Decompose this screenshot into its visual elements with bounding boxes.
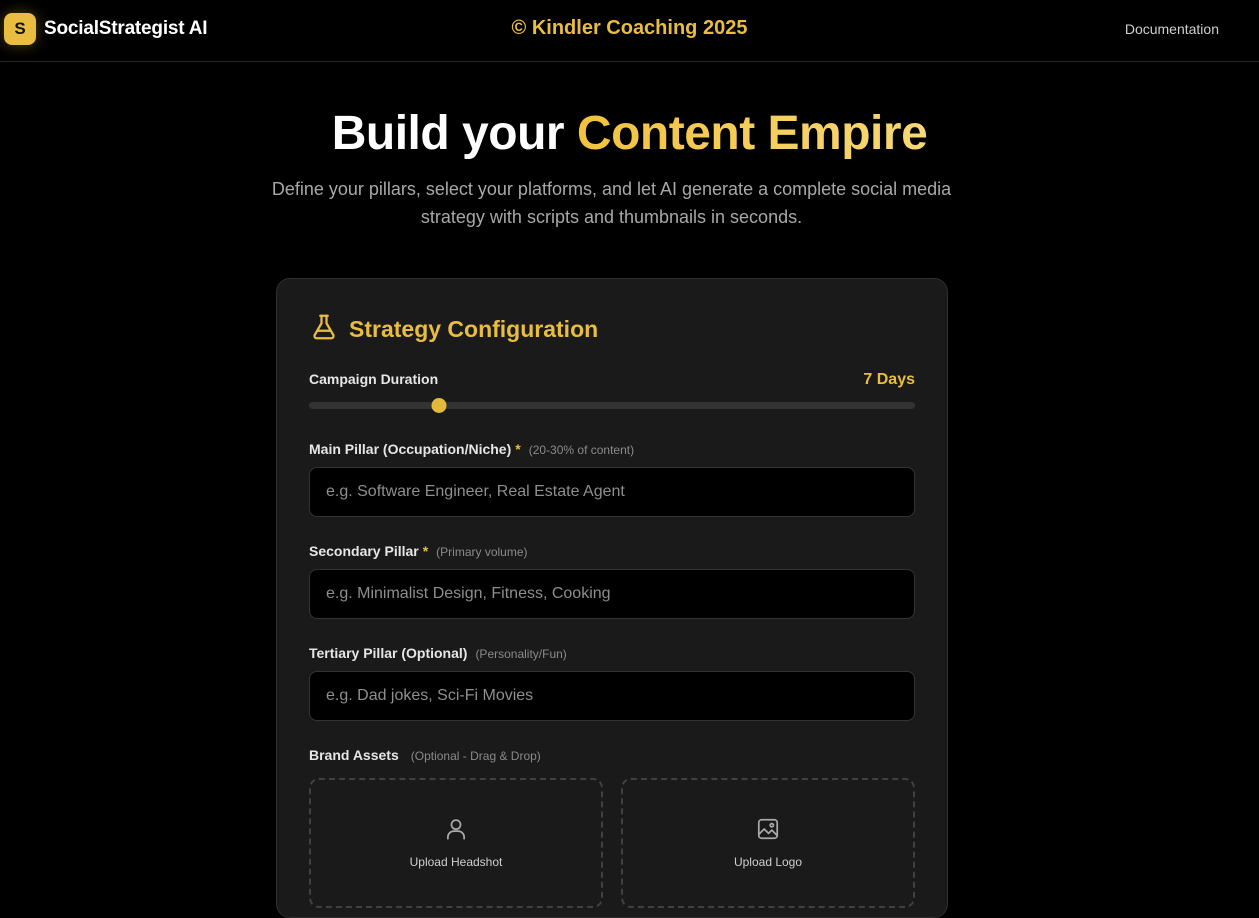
tertiary-pillar-input[interactable] [309,671,915,721]
card-title: Strategy Configuration [349,316,599,342]
required-mark: * [422,543,429,559]
brand-assets-hint: (Optional - Drag & Drop) [410,749,541,763]
main-pillar-input[interactable] [309,467,915,517]
documentation-link[interactable]: Documentation [1125,21,1219,37]
secondary-pillar-label-text: Secondary Pillar [309,543,419,559]
upload-logo-label: Upload Logo [733,855,803,869]
hero-title-plain: Build your [331,107,577,160]
secondary-pillar-hint: (Primary volume) [436,545,528,559]
flask-icon [309,312,339,347]
tertiary-pillar-label-text: Tertiary Pillar (Optional) [309,645,468,661]
main-pillar-label-text: Main Pillar (Occupation/Niche) [309,441,512,457]
main-pillar-label: Main Pillar (Occupation/Niche) * (20-30% o… [309,441,634,457]
hero-title-accent: Content Empire [576,107,928,160]
main-pillar-hint: (20-30% of content) [528,443,635,457]
slider-thumb[interactable] [431,398,447,413]
upload-headshot-label: Upload Headshot [409,855,503,869]
secondary-pillar-label: Secondary Pillar * (Primary volume) [309,543,528,559]
required-mark: * [515,441,521,457]
top-navbar: S SocialStrategist AI © Kindler Coaching… [0,0,1259,62]
duration-value: 7 Days [863,371,915,388]
tertiary-pillar-label: Tertiary Pillar (Optional) (Personality/F… [309,645,567,661]
image-icon [755,816,781,847]
duration-label: Campaign Duration [309,371,439,387]
user-icon [443,816,469,847]
hero-title: Build your Content Empire [0,106,1259,161]
tertiary-pillar-hint: (Personality/Fun) [475,647,567,661]
strategy-configuration-card: Strategy Configuration Campaign Duration… [276,278,948,918]
brand-assets-label: Brand Assets (Optional - Drag & Drop) [309,747,541,763]
copyright-text: © Kindler Coaching 2025 [511,17,748,39]
brand-assets-label-text: Brand Assets [309,747,399,763]
secondary-pillar-input[interactable] [309,569,915,619]
card-header: Strategy Configuration [309,312,598,347]
duration-slider[interactable] [309,398,915,413]
hero-subtitle: Define your pillars, select your platfor… [271,179,952,227]
